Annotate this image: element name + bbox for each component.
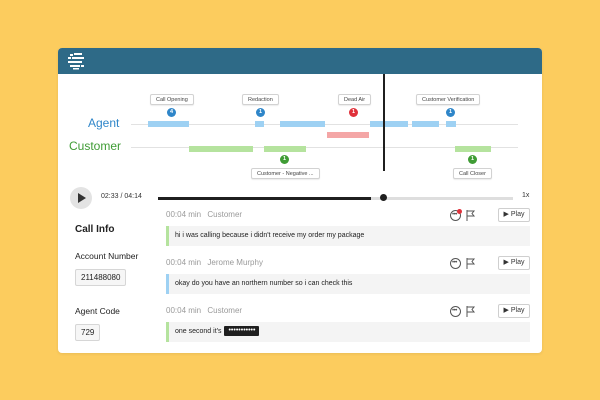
agent-lane-label: Agent — [88, 116, 120, 130]
play-utterance-button[interactable]: ▶ Play — [498, 304, 530, 318]
app-logo-icon — [68, 53, 84, 70]
transcript-text: okay do you have an northern number so i… — [166, 274, 530, 294]
play-pause-button[interactable] — [70, 187, 92, 209]
transcript-actions: ••• ▶ Play — [450, 256, 530, 270]
account-number-value: 211488080 — [75, 269, 127, 286]
customer-speech-segment[interactable] — [264, 146, 306, 152]
call-closer-count-badge: 1 — [468, 155, 477, 164]
playhead-line[interactable] — [383, 74, 385, 171]
utterance-duration: 00:04 min — [166, 258, 202, 267]
agent-speech-segment[interactable] — [148, 121, 189, 127]
call-review-window: Agent Customer Call Opening 4 Redaction … — [58, 48, 542, 353]
customer-negative-count-badge: 1 — [280, 155, 289, 164]
transcript-meta: 00:04 min Customer — [166, 306, 242, 315]
flag-icon[interactable] — [466, 210, 476, 221]
tag-customer-negative[interactable]: Customer - Negative ... — [251, 168, 320, 179]
call-info-panel: Call Info Account Number 211488080 Agent… — [75, 224, 155, 353]
playback-progress-bar[interactable] — [158, 197, 513, 200]
playhead-handle[interactable] — [380, 194, 387, 201]
transcript-item: 00:04 min Customer ••• ▶ Play hi i was c… — [166, 208, 530, 258]
transcript-meta: 00:04 min Customer — [166, 210, 242, 219]
tag-dead-air[interactable]: Dead Air — [338, 94, 372, 105]
agent-code-label: Agent Code — [75, 306, 120, 316]
agent-speech-segment[interactable] — [446, 121, 456, 127]
dead-air-count-badge: 1 — [349, 108, 358, 117]
customer-verification-count-badge: 1 — [446, 108, 455, 117]
comment-icon[interactable]: ••• — [450, 209, 462, 221]
play-utterance-button[interactable]: ▶ Play — [498, 256, 530, 270]
transcript-text: hi i was calling because i didn't receiv… — [166, 226, 530, 246]
transcript-actions: ••• ▶ Play — [450, 304, 530, 318]
account-number-label: Account Number — [75, 251, 139, 261]
comment-icon[interactable]: ••• — [450, 258, 461, 269]
playback-speed[interactable]: 1x — [522, 192, 529, 199]
transcript-list: 00:04 min Customer ••• ▶ Play hi i was c… — [166, 208, 530, 353]
agent-code-value: 729 — [75, 324, 101, 341]
agent-speech-segment[interactable] — [255, 121, 264, 127]
transcript-meta: 00:04 min Jerome Murphy — [166, 258, 263, 267]
tag-call-opening[interactable]: Call Opening — [150, 94, 194, 105]
agent-speech-segment[interactable] — [280, 121, 325, 127]
comment-icon[interactable]: ••• — [450, 306, 461, 317]
tag-redaction[interactable]: Redaction — [242, 94, 279, 105]
transcript-item: 00:04 min Customer ••• ▶ Play one second… — [166, 304, 530, 353]
transcript-item: 00:04 min Jerome Murphy ••• ▶ Play okay … — [166, 256, 530, 306]
transcript-text: one second it's ••••••••••• — [166, 322, 530, 342]
speaker-name: Customer — [207, 306, 243, 315]
customer-lane-label: Customer — [69, 139, 122, 153]
call-info-title: Call Info — [75, 224, 115, 235]
redacted-text: ••••••••••• — [224, 326, 260, 337]
tag-call-closer[interactable]: Call Closer — [453, 168, 492, 179]
flag-icon[interactable] — [466, 258, 476, 269]
agent-speech-segment[interactable] — [370, 121, 408, 127]
redaction-count-badge: 1 — [256, 108, 265, 117]
transcript-actions: ••• ▶ Play — [450, 208, 530, 222]
title-bar — [58, 48, 542, 74]
utterance-duration: 00:04 min — [166, 210, 202, 219]
flag-icon[interactable] — [466, 306, 476, 317]
call-opening-count-badge: 4 — [167, 108, 176, 117]
utterance-duration: 00:04 min — [166, 306, 202, 315]
customer-speech-segment[interactable] — [455, 146, 491, 152]
customer-speech-segment[interactable] — [189, 146, 253, 152]
speaker-name: Customer — [207, 210, 243, 219]
playback-progress-fill — [158, 197, 371, 200]
play-utterance-button[interactable]: ▶ Play — [498, 208, 530, 222]
dead-air-segment[interactable] — [327, 132, 369, 138]
tag-customer-verification[interactable]: Customer Verification — [416, 94, 481, 105]
speaker-name: Jerome Murphy — [207, 258, 263, 267]
playback-time: 02:33 / 04:14 — [101, 193, 142, 200]
agent-speech-segment[interactable] — [412, 121, 439, 127]
comment-notification-dot — [457, 209, 462, 214]
